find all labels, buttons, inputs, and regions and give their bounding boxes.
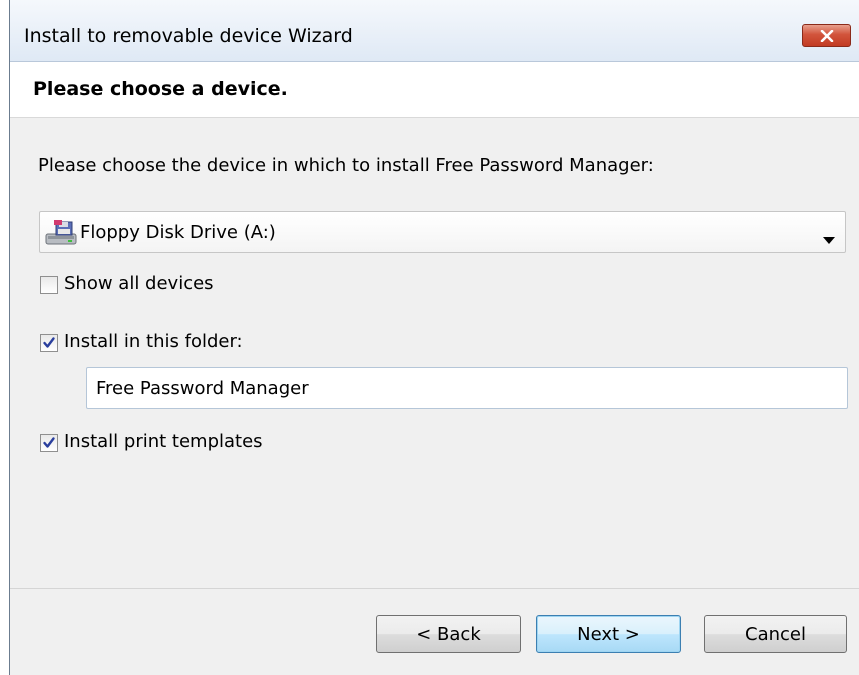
close-icon [820, 29, 834, 42]
folder-name-input[interactable] [86, 367, 848, 409]
install-in-folder-label: Install in this folder: [64, 331, 243, 352]
install-print-templates-checkbox[interactable] [40, 434, 58, 452]
chevron-down-icon [823, 229, 835, 248]
footer-divider [10, 588, 859, 589]
wizard-window: Install to removable device Wizard Pleas… [9, 0, 859, 675]
install-print-templates-label: Install print templates [64, 431, 263, 452]
instruction-text: Please choose the device in which to ins… [38, 155, 654, 176]
back-button[interactable]: < Back [376, 615, 521, 653]
install-in-folder-checkbox[interactable] [40, 334, 58, 352]
cancel-button[interactable]: Cancel [704, 615, 847, 653]
wizard-header: Please choose a device. [10, 62, 859, 118]
close-button[interactable] [802, 24, 851, 47]
show-all-devices-label: Show all devices [64, 273, 214, 294]
device-dropdown[interactable]: Floppy Disk Drive (A:) [39, 211, 846, 253]
next-button[interactable]: Next > [536, 615, 681, 653]
floppy-drive-icon [44, 220, 78, 250]
page-title: Please choose a device. [33, 78, 288, 100]
window-title: Install to removable device Wizard [24, 25, 353, 47]
checkmark-icon [43, 437, 55, 448]
checkmark-icon [43, 337, 55, 348]
show-all-devices-checkbox[interactable] [40, 276, 58, 294]
device-dropdown-value: Floppy Disk Drive (A:) [80, 222, 276, 243]
title-bar[interactable]: Install to removable device Wizard [10, 0, 859, 62]
